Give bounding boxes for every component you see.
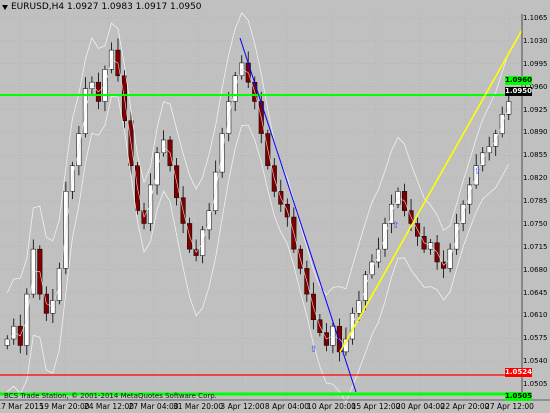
up-arrow-icon: ⇧ [310,345,318,355]
copyright-text: BCS Trade Station, © 2001-2014 MetaQuote… [4,392,217,400]
date-tick-label: 15 Apr 12:00 [351,402,401,411]
date-tick-label: 31 Mar 20:00 [172,402,224,411]
price-tick-label: 1.0855 [523,151,548,160]
price-tick-label: 1.0750 [523,219,548,228]
up-arrow-icon: ⇧ [474,167,482,177]
date-tick-label: 17 Mar 2015 [0,402,44,411]
red-level-label: 1.0524 [505,368,533,377]
triangle-down-icon[interactable] [2,4,8,10]
current-price-label: 1.0950 [505,87,533,96]
price-chart[interactable]: ⇧ ⇧ ⇧ [0,0,550,413]
price-tick-label: 1.0785 [523,197,548,205]
chart-title: EURUSD,H4 1.0927 1.0983 1.0917 1.0950 [2,1,202,13]
bottom-green-label: 1.0505 [505,392,533,401]
price-tick-label: 1.0820 [523,174,548,183]
price-tick-label: 1.0890 [523,128,548,137]
price-tick-label: 1.1065 [523,14,548,22]
date-tick-label: 24 Mar 12:00 [83,402,135,411]
up-arrow-icon: ⇧ [392,221,400,231]
price-tick-label: 1.0645 [523,288,548,297]
price-tick-label: 1.0715 [523,242,548,251]
date-tick-label: 3 Apr 12:00 [220,402,265,411]
price-tick-label: 1.1030 [523,36,548,45]
date-tick-label: 22 Apr 20:00 [440,402,490,411]
price-tick-label: 1.0995 [523,59,548,68]
date-tick-label: 10 Apr 20:00 [307,402,356,411]
price-tick-label: 1.0925 [523,105,548,114]
price-tick-label: 1.0680 [523,265,548,274]
chart-window[interactable]: ⇧ ⇧ ⇧ EURUSD,H4 1.0927 1.0983 1.0917 1.095… [0,0,550,413]
date-tick-label: 27 Apr 12:00 [485,402,534,411]
price-tick-label: 1.0575 [523,334,548,343]
price-tick-label: 1.0505 [523,380,548,388]
price-tick-label: 1.0540 [523,357,548,366]
date-tick-label: 27 Mar 04:00 [128,402,179,411]
date-tick-label: 20 Apr 04:00 [396,402,445,411]
plot-area [0,0,522,400]
green-level-label: 1.0960 [505,76,533,85]
date-tick-label: 8 Apr 04:00 [264,402,310,411]
price-tick-label: 1.0610 [523,311,548,320]
date-tick-label: 19 Mar 20:00 [39,402,90,411]
chart-title-text: EURUSD,H4 1.0927 1.0983 1.0917 1.0950 [11,2,202,12]
